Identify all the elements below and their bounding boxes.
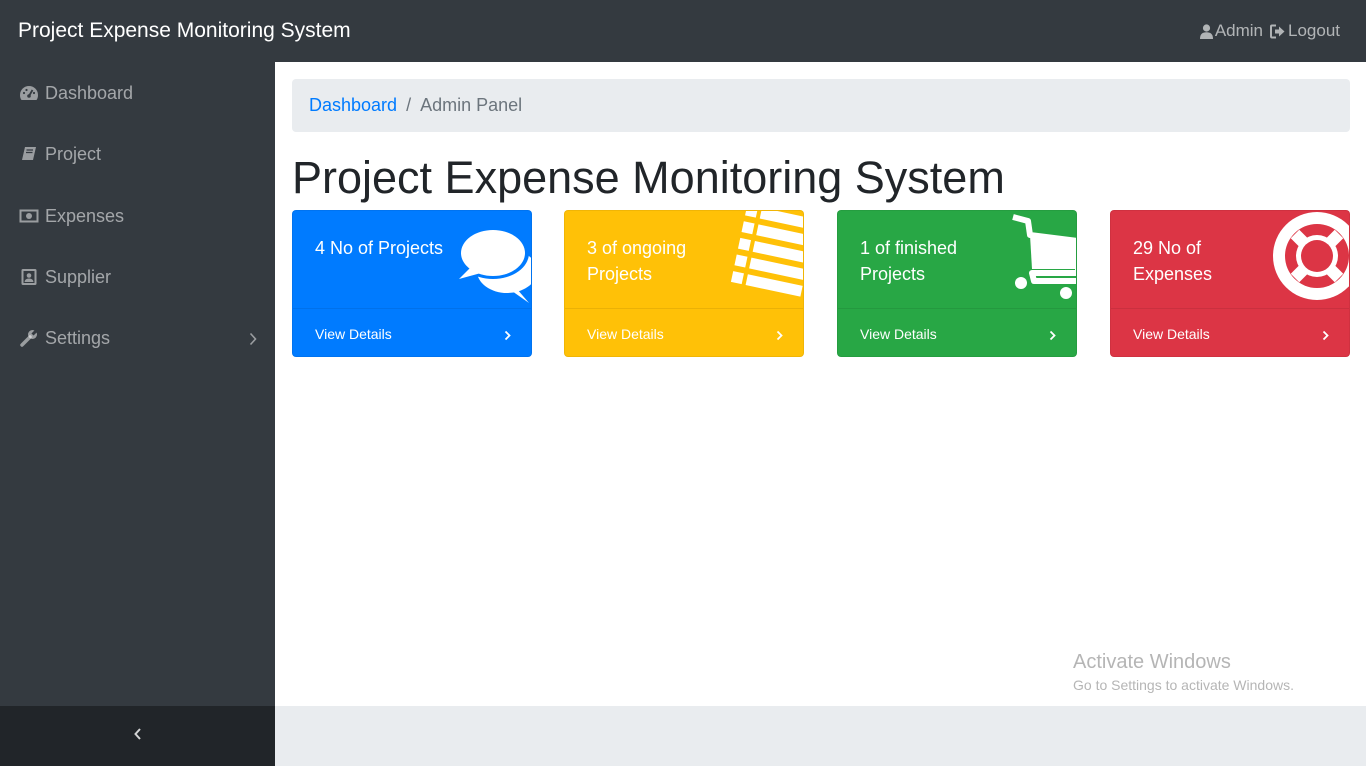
watermark-subtitle: Go to Settings to activate Windows. — [1073, 677, 1294, 693]
tachometer-icon — [19, 85, 39, 101]
view-details-link[interactable]: View Details — [1111, 308, 1349, 356]
view-details-label: View Details — [860, 325, 937, 342]
sidebar-item-expenses[interactable]: Expenses — [0, 191, 275, 241]
sidebar-item-settings[interactable]: Settings — [0, 313, 275, 363]
chevron-right-icon — [249, 330, 257, 351]
ongoing-projects-card: 3 of ongoing Projects View Details — [564, 210, 804, 357]
user-menu: Admin Logout — [1199, 21, 1340, 41]
sidebar-item-label: Expenses — [45, 205, 125, 226]
watermark-title: Activate Windows — [1073, 651, 1231, 673]
brand-title[interactable]: Project Expense Monitoring System — [18, 18, 351, 44]
breadcrumb-dashboard-link[interactable]: Dashboard — [309, 95, 397, 116]
admin-label: Admin — [1214, 21, 1263, 40]
top-navbar: Project Expense Monitoring System Admin … — [0, 0, 1366, 62]
breadcrumb-active: Admin Panel — [420, 95, 523, 115]
sign-out-icon — [1270, 24, 1288, 39]
chevron-right-icon — [1049, 328, 1056, 344]
sidebar-item-label: Supplier — [45, 266, 112, 287]
logout-link[interactable]: Logout — [1270, 21, 1340, 41]
view-details-label: View Details — [587, 325, 664, 342]
card-label: 29 No of Expenses — [1133, 238, 1213, 284]
card-label: 1 of finished Projects — [860, 238, 958, 284]
view-details-label: View Details — [1133, 325, 1210, 342]
activate-windows-watermark: Activate Windows Go to Settings to activ… — [1073, 651, 1294, 695]
breadcrumb: Dashboard / Admin Panel — [292, 79, 1350, 132]
view-details-link[interactable]: View Details — [565, 308, 803, 356]
chevron-right-icon — [1322, 328, 1329, 344]
view-details-link[interactable]: View Details — [293, 308, 531, 356]
card-body: 3 of ongoing Projects — [565, 211, 803, 308]
user-icon — [1199, 23, 1215, 39]
life-ring-icon — [1271, 211, 1349, 307]
chevron-right-icon — [504, 328, 511, 344]
page-title: Project Expense Monitoring System — [292, 152, 1005, 203]
projects-card: 4 No of Projects View Details — [292, 210, 532, 357]
card-body: 29 No of Expenses — [1111, 211, 1349, 308]
sidebar-item-project[interactable]: Project — [0, 129, 275, 179]
sidebar-toggle-button[interactable] — [0, 706, 275, 766]
money-icon — [19, 209, 39, 223]
finished-projects-card: 1 of finished Projects View Details — [837, 210, 1077, 357]
expenses-card: 29 No of Expenses View Details — [1110, 210, 1350, 357]
book-icon — [19, 146, 39, 162]
sidebar-item-label: Dashboard — [45, 82, 134, 103]
list-icon — [721, 211, 803, 306]
view-details-label: View Details — [315, 325, 392, 342]
chevron-right-icon — [776, 328, 783, 344]
card-label: 3 of ongoing Projects — [587, 238, 687, 284]
chevron-left-icon — [133, 727, 142, 746]
footer — [275, 706, 1366, 766]
sidebar-item-label: Settings — [45, 327, 111, 348]
wrench-icon — [19, 329, 39, 347]
sidebar: Dashboard Project Expenses Supplier Sett… — [0, 62, 275, 706]
sidebar-item-supplier[interactable]: Supplier — [0, 252, 275, 302]
sidebar-item-dashboard[interactable]: Dashboard — [0, 68, 275, 118]
card-body: 1 of finished Projects — [838, 211, 1076, 308]
comments-icon — [457, 219, 531, 312]
breadcrumb-separator: / — [406, 95, 412, 115]
sidebar-item-label: Project — [45, 143, 102, 164]
id-badge-icon — [19, 268, 39, 286]
view-details-link[interactable]: View Details — [838, 308, 1076, 356]
admin-user-link[interactable]: Admin — [1199, 21, 1263, 41]
card-body: 4 No of Projects — [293, 211, 531, 308]
logout-label: Logout — [1288, 21, 1340, 40]
shopping-cart-icon — [1008, 213, 1076, 306]
